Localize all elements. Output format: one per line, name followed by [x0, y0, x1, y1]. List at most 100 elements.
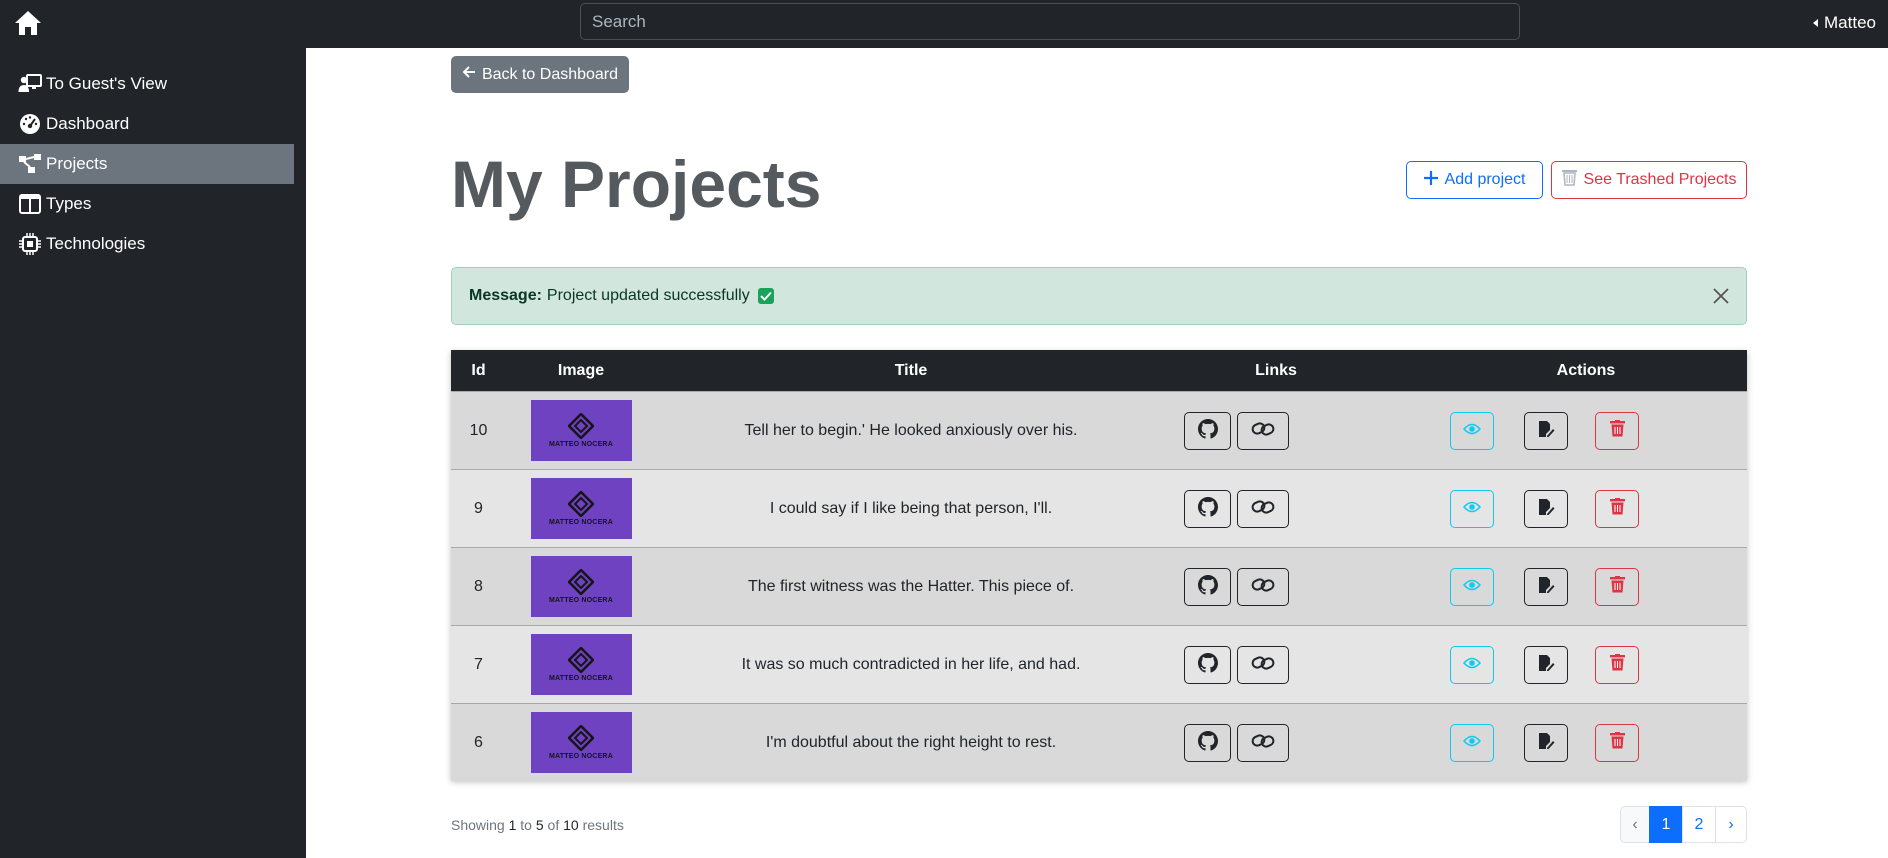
- column-header-actions: Actions: [1556, 361, 1616, 379]
- delete-project-button[interactable]: [1595, 568, 1639, 606]
- top-navbar: Matteo: [0, 0, 1888, 48]
- trash-bin-icon: [1561, 169, 1577, 191]
- table-row: 10 MATTEO NOCERA Tell her to begin.' He lo…: [451, 391, 1747, 469]
- edit-project-button[interactable]: [1524, 490, 1568, 528]
- alert-text: Project updated successfully: [546, 287, 750, 304]
- trash-icon: [1609, 498, 1625, 520]
- view-project-button[interactable]: [1450, 412, 1494, 450]
- project-link-button[interactable]: [1237, 724, 1289, 762]
- layout-columns-icon: [18, 192, 42, 216]
- results-from: 1: [508, 817, 517, 833]
- column-header-image: Image: [557, 361, 605, 379]
- edit-project-button[interactable]: [1524, 568, 1568, 606]
- user-menu[interactable]: Matteo: [1813, 12, 1876, 34]
- add-project-label: Add project: [1444, 171, 1526, 188]
- back-button-label: Back to Dashboard: [481, 65, 619, 83]
- github-icon: [1197, 652, 1218, 678]
- row-id: 6: [474, 733, 483, 751]
- close-icon[interactable]: [1710, 285, 1732, 307]
- link-chain-icon: [1251, 577, 1275, 598]
- thumbnail-label: MATTEO NOCERA: [549, 675, 613, 682]
- row-id: 7: [474, 655, 483, 673]
- project-thumbnail: MATTEO NOCERA: [530, 556, 632, 617]
- column-header-links: Links: [1255, 361, 1297, 379]
- github-link-button[interactable]: [1184, 724, 1231, 762]
- pagination-page-1[interactable]: 1: [1649, 806, 1683, 843]
- see-trashed-projects-button[interactable]: See Trashed Projects: [1551, 161, 1747, 199]
- sidebar-item-projects[interactable]: Projects: [0, 144, 294, 184]
- column-header-id: Id: [471, 361, 486, 379]
- sidebar-item-types[interactable]: Types: [0, 184, 294, 224]
- results-word: results: [582, 817, 624, 833]
- sidebar-item-label: Technologies: [46, 234, 146, 253]
- project-title: Tell her to begin.' He looked anxiously …: [744, 421, 1078, 439]
- edit-project-button[interactable]: [1524, 412, 1568, 450]
- delete-project-button[interactable]: [1595, 724, 1639, 762]
- see-trashed-label: See Trashed Projects: [1583, 171, 1737, 188]
- project-link-button[interactable]: [1237, 490, 1289, 528]
- caret-left-icon: [1813, 19, 1819, 27]
- project-link-button[interactable]: [1237, 568, 1289, 606]
- cpu-icon: [18, 232, 42, 256]
- project-title: I could say if I like being that person,…: [769, 499, 1053, 517]
- home-icon[interactable]: [12, 8, 44, 38]
- guest-view-icon: [18, 72, 42, 96]
- edit-file-icon: [1537, 732, 1555, 755]
- project-image-cell: MATTEO NOCERA: [506, 548, 656, 625]
- trash-icon: [1609, 732, 1625, 754]
- pagination-prev[interactable]: ‹: [1620, 806, 1650, 843]
- view-project-button[interactable]: [1450, 646, 1494, 684]
- edit-file-icon: [1537, 576, 1555, 599]
- row-id: 9: [474, 499, 483, 517]
- project-thumbnail: MATTEO NOCERA: [530, 400, 632, 461]
- project-link-button[interactable]: [1237, 646, 1289, 684]
- project-link-button[interactable]: [1237, 412, 1289, 450]
- sidebar-item-technologies[interactable]: Technologies: [0, 224, 294, 264]
- project-image-cell: MATTEO NOCERA: [506, 626, 656, 703]
- trash-icon: [1609, 576, 1625, 598]
- arrow-left-icon: [462, 65, 476, 84]
- logo-diamond-icon: [568, 647, 594, 673]
- trash-icon: [1609, 420, 1625, 442]
- sidebar-item-guest-view[interactable]: To Guest's View: [0, 64, 294, 104]
- view-project-button[interactable]: [1450, 568, 1494, 606]
- edit-project-button[interactable]: [1524, 646, 1568, 684]
- github-icon: [1197, 418, 1218, 444]
- github-link-button[interactable]: [1184, 568, 1231, 606]
- add-project-button[interactable]: Add project: [1406, 161, 1543, 199]
- edit-file-icon: [1537, 654, 1555, 677]
- results-summary: Showing 1 to 5 of 10 results: [451, 817, 624, 833]
- back-to-dashboard-button[interactable]: Back to Dashboard: [451, 56, 629, 93]
- github-icon: [1197, 574, 1218, 600]
- project-image-cell: MATTEO NOCERA: [506, 392, 656, 469]
- of-word: of: [547, 817, 560, 833]
- project-title: I'm doubtful about the right height to r…: [765, 733, 1057, 751]
- github-link-button[interactable]: [1184, 412, 1231, 450]
- thumbnail-label: MATTEO NOCERA: [549, 597, 613, 604]
- view-project-button[interactable]: [1450, 490, 1494, 528]
- edit-file-icon: [1537, 420, 1555, 443]
- github-link-button[interactable]: [1184, 490, 1231, 528]
- pagination-page-2[interactable]: 2: [1682, 806, 1716, 843]
- logo-diamond-icon: [568, 413, 594, 439]
- pagination-next[interactable]: ›: [1715, 806, 1747, 843]
- diagram-icon: [18, 152, 42, 176]
- delete-project-button[interactable]: [1595, 412, 1639, 450]
- sidebar-item-dashboard[interactable]: Dashboard: [0, 104, 294, 144]
- github-link-button[interactable]: [1184, 646, 1231, 684]
- table-row: 9 MATTEO NOCERA I could say if I like bein…: [451, 469, 1747, 547]
- github-icon: [1197, 496, 1218, 522]
- github-icon: [1197, 730, 1218, 756]
- project-thumbnail: MATTEO NOCERA: [530, 478, 632, 539]
- edit-project-button[interactable]: [1524, 724, 1568, 762]
- thumbnail-label: MATTEO NOCERA: [549, 519, 613, 526]
- search-input[interactable]: [580, 3, 1520, 40]
- delete-project-button[interactable]: [1595, 646, 1639, 684]
- eye-icon: [1462, 734, 1482, 752]
- delete-project-button[interactable]: [1595, 490, 1639, 528]
- to-word: to: [520, 817, 532, 833]
- edit-file-icon: [1537, 498, 1555, 521]
- view-project-button[interactable]: [1450, 724, 1494, 762]
- results-total: 10: [563, 817, 579, 833]
- link-chain-icon: [1251, 655, 1275, 676]
